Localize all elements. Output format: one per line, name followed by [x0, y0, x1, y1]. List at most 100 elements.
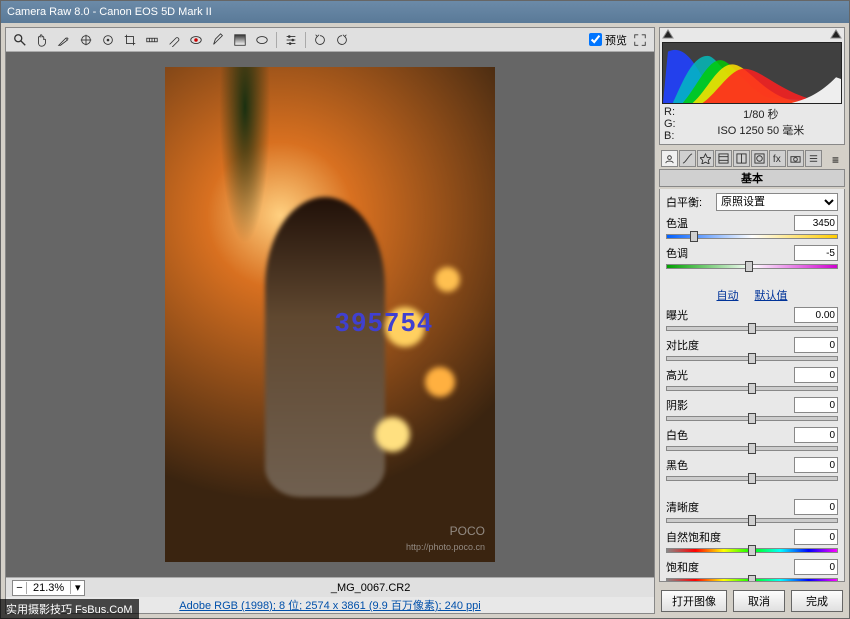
temp-slider[interactable]	[666, 232, 838, 241]
clarity-slider[interactable]	[666, 516, 838, 525]
zoom-tool[interactable]	[10, 30, 30, 50]
white-value-input[interactable]	[794, 427, 838, 443]
shadow-clip-icon[interactable]	[662, 29, 674, 39]
crop-tool[interactable]	[120, 30, 140, 50]
settings-pane: R: G: B: 1/80 秒 ISO 1250 50 毫米	[659, 27, 845, 614]
toolbar: 预览	[6, 28, 654, 52]
highlight-clip-icon[interactable]	[830, 29, 842, 39]
basic-panel: 白平衡: 原照设置 色温 色调 自动 默认值 曝光 对比度 高光 阴影 白色 黑…	[659, 189, 845, 582]
temp-thumb[interactable]	[690, 231, 698, 242]
temp-label: 色温	[666, 215, 688, 231]
hand-tool[interactable]	[32, 30, 52, 50]
title-bar: Camera Raw 8.0 - Canon EOS 5D Mark II	[1, 1, 849, 23]
watermark-text: 395754	[335, 307, 434, 338]
black-value-input[interactable]	[794, 457, 838, 473]
clarity-slider-row: 清晰度	[666, 499, 838, 525]
tab-camera[interactable]	[787, 150, 804, 167]
temp-value-input[interactable]	[794, 215, 838, 231]
done-button[interactable]: 完成	[791, 590, 843, 612]
default-link[interactable]: 默认值	[755, 287, 788, 303]
tab-basic[interactable]	[661, 150, 678, 167]
tab-curve[interactable]	[679, 150, 696, 167]
adjustment-brush-tool[interactable]	[208, 30, 228, 50]
photo-preview: 395754 POCO http://photo.poco.cn	[165, 67, 495, 562]
black-slider[interactable]	[666, 474, 838, 483]
vibrance-slider[interactable]	[666, 546, 838, 555]
highlight-slider-row: 高光	[666, 367, 838, 393]
white-label: 白色	[666, 427, 688, 443]
sat-slider-row: 饱和度	[666, 559, 838, 582]
preview-pane: 预览 395754 POCO http://photo.poco.cn − 21…	[5, 27, 655, 614]
tab-split[interactable]	[733, 150, 750, 167]
shutter-readout: 1/80 秒	[682, 106, 840, 122]
black-thumb[interactable]	[748, 473, 756, 484]
highlight-value-input[interactable]	[794, 367, 838, 383]
clarity-value-input[interactable]	[794, 499, 838, 515]
zoom-control[interactable]: − 21.3% ▾	[12, 580, 85, 596]
wb-select[interactable]: 原照设置	[716, 193, 838, 211]
page-watermark: 实用摄影技巧 FsBus.CoM	[0, 599, 139, 619]
radial-filter-tool[interactable]	[252, 30, 272, 50]
preview-checkbox[interactable]	[589, 33, 602, 46]
targeted-adjust-tool[interactable]	[98, 30, 118, 50]
vibrance-value-input[interactable]	[794, 529, 838, 545]
shadow-value-input[interactable]	[794, 397, 838, 413]
preferences-tool[interactable]	[281, 30, 301, 50]
color-sampler-tool[interactable]	[76, 30, 96, 50]
tint-value-input[interactable]	[794, 245, 838, 261]
black-slider-row: 黑色	[666, 457, 838, 483]
cancel-button[interactable]: 取消	[733, 590, 785, 612]
preview-label: 预览	[605, 32, 627, 48]
histogram	[662, 42, 842, 104]
sat-value-input[interactable]	[794, 559, 838, 575]
shadow-slider[interactable]	[666, 414, 838, 423]
exposure-slider[interactable]	[666, 324, 838, 333]
wb-tool[interactable]	[54, 30, 74, 50]
tab-hsl[interactable]	[715, 150, 732, 167]
contrast-value-input[interactable]	[794, 337, 838, 353]
redeye-tool[interactable]	[186, 30, 206, 50]
tint-slider[interactable]	[666, 262, 838, 271]
tint-slider-row: 色调	[666, 245, 838, 271]
tab-presets[interactable]	[805, 150, 822, 167]
tint-thumb[interactable]	[745, 261, 753, 272]
highlight-thumb[interactable]	[748, 383, 756, 394]
separator	[305, 32, 306, 48]
black-label: 黑色	[666, 457, 688, 473]
white-thumb[interactable]	[748, 443, 756, 454]
rotate-cw-tool[interactable]	[332, 30, 352, 50]
shadow-thumb[interactable]	[748, 413, 756, 424]
poco-url: http://photo.poco.cn	[406, 542, 485, 552]
contrast-slider[interactable]	[666, 354, 838, 363]
g-readout: G:	[664, 118, 676, 130]
temp-slider-row: 色温	[666, 215, 838, 241]
tab-fx[interactable]: fx	[769, 150, 786, 167]
tab-lens[interactable]	[751, 150, 768, 167]
straighten-tool[interactable]	[142, 30, 162, 50]
open-image-button[interactable]: 打开图像	[661, 590, 727, 612]
white-slider[interactable]	[666, 444, 838, 453]
rotate-ccw-tool[interactable]	[310, 30, 330, 50]
contrast-thumb[interactable]	[748, 353, 756, 364]
sat-thumb[interactable]	[748, 575, 756, 582]
exposure-thumb[interactable]	[748, 323, 756, 334]
panel-title: 基本	[659, 169, 845, 187]
contrast-label: 对比度	[666, 337, 699, 353]
exposure-value-input[interactable]	[794, 307, 838, 323]
image-canvas[interactable]: 395754 POCO http://photo.poco.cn	[6, 52, 654, 577]
sat-slider[interactable]	[666, 576, 838, 582]
clarity-thumb[interactable]	[748, 515, 756, 526]
status-bar: − 21.3% ▾ _MG_0067.CR2	[6, 577, 654, 597]
spot-removal-tool[interactable]	[164, 30, 184, 50]
highlight-slider[interactable]	[666, 384, 838, 393]
vibrance-thumb[interactable]	[748, 545, 756, 556]
zoom-out-icon[interactable]: −	[13, 582, 27, 594]
panel-menu-icon[interactable]: ≡	[828, 153, 843, 167]
zoom-in-icon[interactable]: ▾	[70, 581, 84, 594]
auto-link[interactable]: 自动	[717, 287, 739, 303]
tab-detail[interactable]	[697, 150, 714, 167]
contrast-slider-row: 对比度	[666, 337, 838, 363]
graduated-filter-tool[interactable]	[230, 30, 250, 50]
white-slider-row: 白色	[666, 427, 838, 453]
fullscreen-icon[interactable]	[630, 30, 650, 50]
